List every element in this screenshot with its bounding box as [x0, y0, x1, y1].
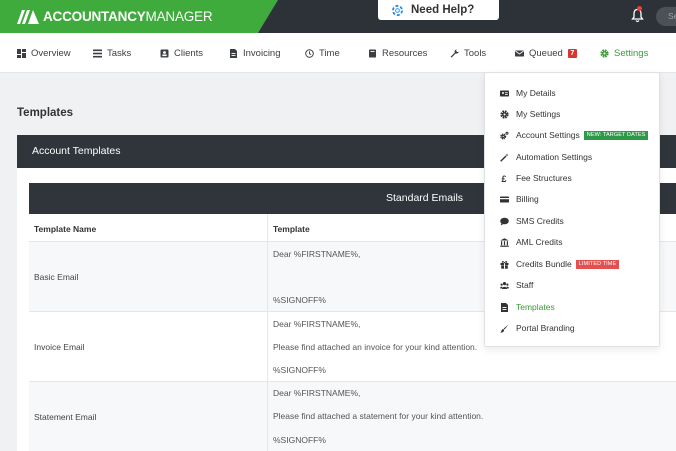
template-line: %SIGNOFF% [273, 365, 326, 375]
settings-dropdown-menu: My Details My Settings Account Settings … [484, 72, 660, 347]
chat-icon [500, 217, 509, 225]
wrench-icon [450, 49, 459, 58]
menu-item-label: My Settings [516, 109, 561, 119]
nav-label: Tasks [107, 48, 132, 59]
id-card-icon [500, 90, 509, 96]
nav-label: Time [319, 48, 340, 59]
column-header-template-name: Template Name [34, 224, 97, 234]
template-line: Please find attached a statement for you… [273, 411, 484, 421]
template-line: Please find attached an invoice for your… [273, 342, 478, 352]
clients-icon [160, 49, 169, 58]
nav-label: Overview [31, 48, 71, 59]
template-name: Basic Email [34, 272, 79, 282]
menu-item-templates[interactable]: Templates [500, 301, 555, 313]
menu-item-staff[interactable]: Staff [500, 279, 533, 291]
brand-name-light: MANAGER [145, 9, 213, 24]
nav-label: Queued [529, 48, 563, 59]
nav-item-time[interactable]: Time [305, 47, 340, 60]
nav-item-invoicing[interactable]: Invoicing [229, 47, 281, 60]
tasks-icon [93, 49, 102, 58]
menu-item-automation-settings[interactable]: Automation Settings [500, 151, 592, 163]
svg-text:£: £ [502, 174, 507, 183]
nav-item-tools[interactable]: Tools [450, 47, 486, 60]
nav-item-tasks[interactable]: Tasks [93, 47, 131, 60]
template-name: Invoice Email [34, 342, 85, 352]
menu-item-fee-structures[interactable]: £ Fee Structures [500, 172, 572, 184]
help-button[interactable]: Need Help? [378, 0, 499, 20]
lifebuoy-icon [392, 4, 403, 16]
menu-item-label: Credits Bundle [516, 259, 572, 269]
menu-item-account-settings[interactable]: Account Settings NEW: TARGET DATES [500, 129, 649, 141]
top-bar: ACCOUNTANCYMANAGER Need Help? Se [0, 0, 676, 33]
template-line: Dear %FIRSTNAME%, [273, 388, 361, 398]
search-input[interactable]: Se [656, 7, 676, 26]
gift-icon [500, 260, 509, 269]
menu-item-label: Billing [516, 194, 539, 204]
limited-time-badge: LIMITED TIME [575, 259, 620, 269]
menu-item-label: Templates [516, 302, 555, 312]
table-row[interactable]: Statement Email Dear %FIRSTNAME%, Please… [29, 382, 676, 451]
menu-item-label: AML Credits [516, 237, 563, 247]
column-header-template: Template [273, 224, 310, 234]
menu-item-label: My Details [516, 88, 556, 98]
users-icon [500, 281, 509, 289]
brand-name: ACCOUNTANCYMANAGER [43, 9, 213, 24]
column-divider [267, 214, 268, 241]
template-line: Dear %FIRSTNAME%, [273, 319, 361, 329]
nav-item-clients[interactable]: Clients [160, 47, 203, 60]
nav-item-queued[interactable]: Queued 7 [515, 47, 577, 60]
nav-label: Resources [382, 48, 428, 59]
menu-item-label: SMS Credits [516, 216, 564, 226]
brush-icon [500, 323, 509, 333]
nav-item-overview[interactable]: Overview [17, 47, 71, 60]
template-line: %SIGNOFF% [273, 435, 326, 445]
nav-item-resources[interactable]: Resources [368, 47, 427, 60]
invoice-icon [230, 49, 237, 58]
menu-item-label: Portal Branding [516, 323, 575, 333]
gear-icon [500, 109, 509, 119]
template-line: %SIGNOFF% [273, 295, 326, 305]
menu-item-aml-credits[interactable]: AML Credits [500, 236, 562, 248]
magic-wand-icon [500, 153, 509, 162]
menu-item-portal-branding[interactable]: Portal Branding [500, 322, 575, 334]
bank-icon [500, 237, 509, 247]
template-name: Statement Email [34, 412, 97, 422]
menu-item-my-settings[interactable]: My Settings [500, 108, 560, 120]
gear-icon [600, 49, 609, 58]
menu-item-label: Automation Settings [516, 152, 593, 162]
nav-label: Settings [614, 48, 649, 59]
new-feature-badge: NEW: TARGET DATES [583, 130, 649, 140]
clock-icon [305, 49, 314, 58]
menu-item-label: Staff [516, 280, 534, 290]
brand-area[interactable]: ACCOUNTANCYMANAGER [0, 0, 278, 33]
menu-item-label: Fee Structures [516, 173, 572, 183]
menu-item-label: Account Settings [516, 130, 580, 140]
book-icon [369, 49, 376, 58]
dashboard-icon [17, 49, 26, 58]
menu-item-credits-bundle[interactable]: Credits Bundle LIMITED TIME [500, 258, 620, 270]
file-icon [501, 302, 508, 312]
gears-icon [500, 131, 509, 140]
pound-icon: £ [502, 174, 507, 183]
main-nav: Overview Tasks Clients Invoicing Time Re… [0, 33, 676, 73]
menu-item-billing[interactable]: Billing [500, 193, 539, 205]
help-label: Need Help? [411, 4, 475, 16]
nav-label: Tools [464, 48, 487, 59]
notification-dot [637, 6, 642, 11]
nav-label: Clients [174, 48, 204, 59]
column-divider [267, 312, 268, 381]
page-title: Templates [17, 107, 74, 119]
brand-name-bold: ACCOUNTANCY [43, 9, 146, 24]
credit-card-icon [500, 196, 509, 202]
menu-item-my-details[interactable]: My Details [500, 87, 556, 99]
column-divider [267, 382, 268, 451]
nav-label: Invoicing [243, 48, 281, 59]
queued-count-badge: 7 [567, 49, 577, 58]
envelope-icon [515, 50, 524, 57]
column-divider [267, 242, 268, 311]
nav-item-settings[interactable]: Settings [600, 47, 648, 60]
template-line: Dear %FIRSTNAME%, [273, 249, 361, 259]
menu-item-sms-credits[interactable]: SMS Credits [500, 215, 564, 227]
logo-icon [17, 10, 39, 24]
